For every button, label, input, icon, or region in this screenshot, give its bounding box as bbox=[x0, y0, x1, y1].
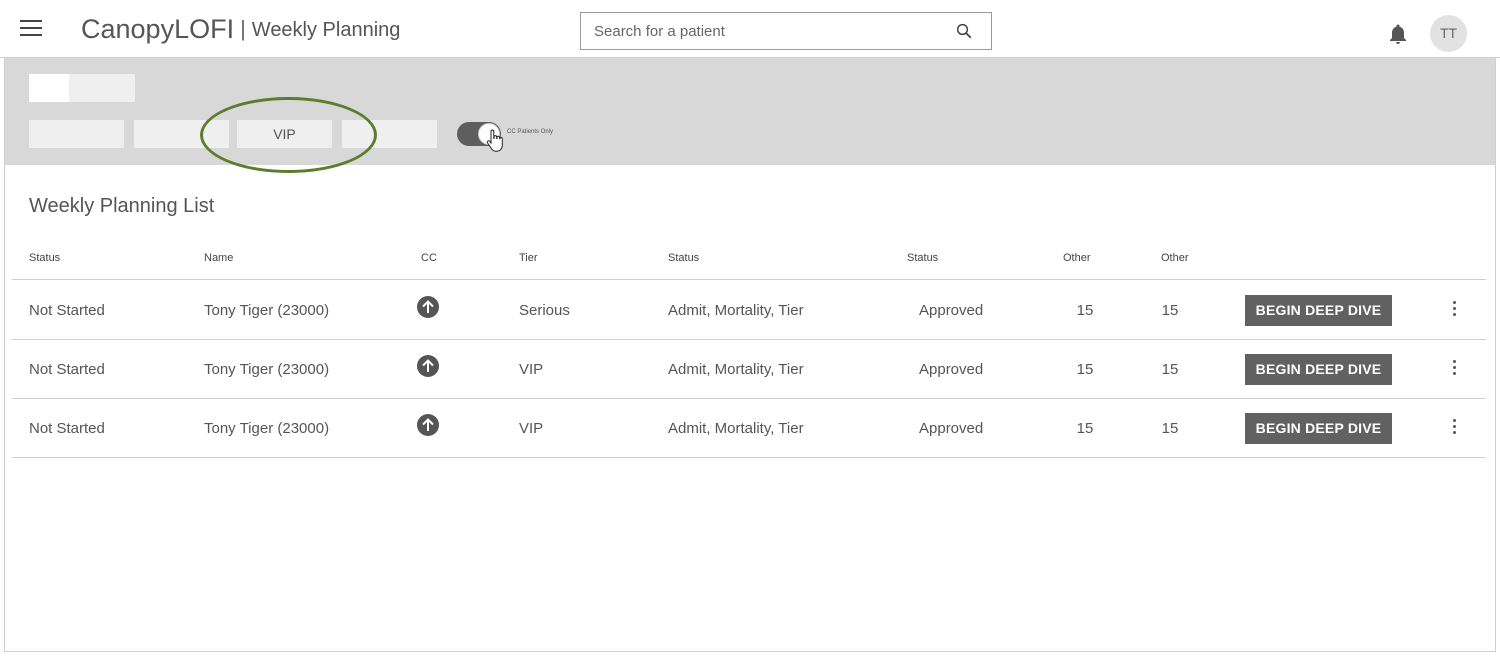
view-tab-b[interactable] bbox=[69, 74, 135, 102]
filter-tab-vip[interactable]: VIP bbox=[237, 120, 332, 148]
more-vert-icon[interactable] bbox=[1448, 360, 1460, 378]
menu-icon[interactable] bbox=[20, 20, 42, 38]
row-flags: Admit, Mortality, Tier bbox=[668, 361, 804, 378]
list-title: Weekly Planning List bbox=[29, 195, 215, 217]
row-other-1: 15 bbox=[1076, 361, 1094, 378]
col-status-2[interactable]: Status bbox=[668, 252, 699, 264]
row-tier: Serious bbox=[519, 302, 570, 319]
view-tab-a[interactable] bbox=[29, 74, 69, 102]
begin-deep-dive-button[interactable]: BEGIN DEEP DIVE bbox=[1245, 295, 1392, 326]
row-status: Not Started bbox=[29, 420, 105, 437]
arrow-up-circle-icon bbox=[417, 296, 439, 318]
more-vert-icon[interactable] bbox=[1448, 301, 1460, 319]
row-tier: VIP bbox=[519, 420, 544, 437]
row-flags: Admit, Mortality, Tier bbox=[668, 302, 804, 319]
col-name[interactable]: Name bbox=[204, 252, 233, 264]
patient-name[interactable]: Tony Tiger (23000) bbox=[204, 302, 329, 319]
begin-deep-dive-button[interactable]: BEGIN DEEP DIVE bbox=[1245, 413, 1392, 444]
row-other-1: 15 bbox=[1076, 420, 1094, 437]
table-row: Not Started Tony Tiger (23000) VIP Admit… bbox=[12, 340, 1486, 399]
row-approval: Approved bbox=[919, 302, 984, 319]
row-other-2: 15 bbox=[1161, 420, 1179, 437]
title-separator: | bbox=[240, 16, 246, 41]
row-other-2: 15 bbox=[1161, 302, 1179, 319]
begin-deep-dive-button[interactable]: BEGIN DEEP DIVE bbox=[1245, 354, 1392, 385]
filter-panel: VIP CC Patients Only bbox=[5, 58, 1495, 173]
row-other-2: 15 bbox=[1161, 361, 1179, 378]
col-other-2[interactable]: Other bbox=[1161, 252, 1189, 264]
avatar[interactable]: TT bbox=[1430, 15, 1467, 52]
more-vert-icon[interactable] bbox=[1448, 419, 1460, 437]
arrow-up-circle-icon bbox=[417, 414, 439, 436]
col-status-3[interactable]: Status bbox=[907, 252, 938, 264]
row-approval: Approved bbox=[919, 420, 984, 437]
row-status: Not Started bbox=[29, 361, 105, 378]
bell-icon[interactable] bbox=[1386, 22, 1410, 46]
toggle-knob bbox=[478, 123, 500, 145]
table-row: Not Started Tony Tiger (23000) VIP Admit… bbox=[12, 399, 1486, 458]
row-status: Not Started bbox=[29, 302, 105, 319]
col-status[interactable]: Status bbox=[29, 252, 60, 264]
arrow-up-circle-icon bbox=[417, 355, 439, 377]
filter-tab-4[interactable] bbox=[342, 120, 437, 148]
row-flags: Admit, Mortality, Tier bbox=[668, 420, 804, 437]
filter-tab-1[interactable] bbox=[29, 120, 124, 148]
col-tier[interactable]: Tier bbox=[519, 252, 538, 264]
filter-tab-2[interactable] bbox=[134, 120, 229, 148]
patient-name[interactable]: Tony Tiger (23000) bbox=[204, 361, 329, 378]
search-icon[interactable] bbox=[955, 22, 973, 40]
col-other-1[interactable]: Other bbox=[1063, 252, 1091, 264]
app-title: CanopyLOFI | Weekly Planning bbox=[81, 14, 400, 45]
search-input[interactable] bbox=[581, 13, 931, 49]
row-other-1: 15 bbox=[1076, 302, 1094, 319]
col-cc[interactable]: CC bbox=[421, 252, 437, 264]
row-approval: Approved bbox=[919, 361, 984, 378]
toggle-label: CC Patients Only bbox=[507, 129, 554, 135]
table-row: Not Started Tony Tiger (23000) Serious A… bbox=[12, 281, 1486, 340]
cc-patients-toggle[interactable] bbox=[457, 122, 501, 146]
table-header: Status Name CC Tier Status Status Other … bbox=[12, 248, 1486, 280]
patient-search bbox=[580, 12, 992, 50]
page-title: Weekly Planning bbox=[251, 19, 401, 41]
top-app-bar: CanopyLOFI|Weekly Planning TT bbox=[0, 0, 1500, 58]
brand-name: CanopyLOFI bbox=[81, 14, 235, 44]
row-tier: VIP bbox=[519, 361, 544, 378]
patient-name[interactable]: Tony Tiger (23000) bbox=[204, 420, 329, 437]
